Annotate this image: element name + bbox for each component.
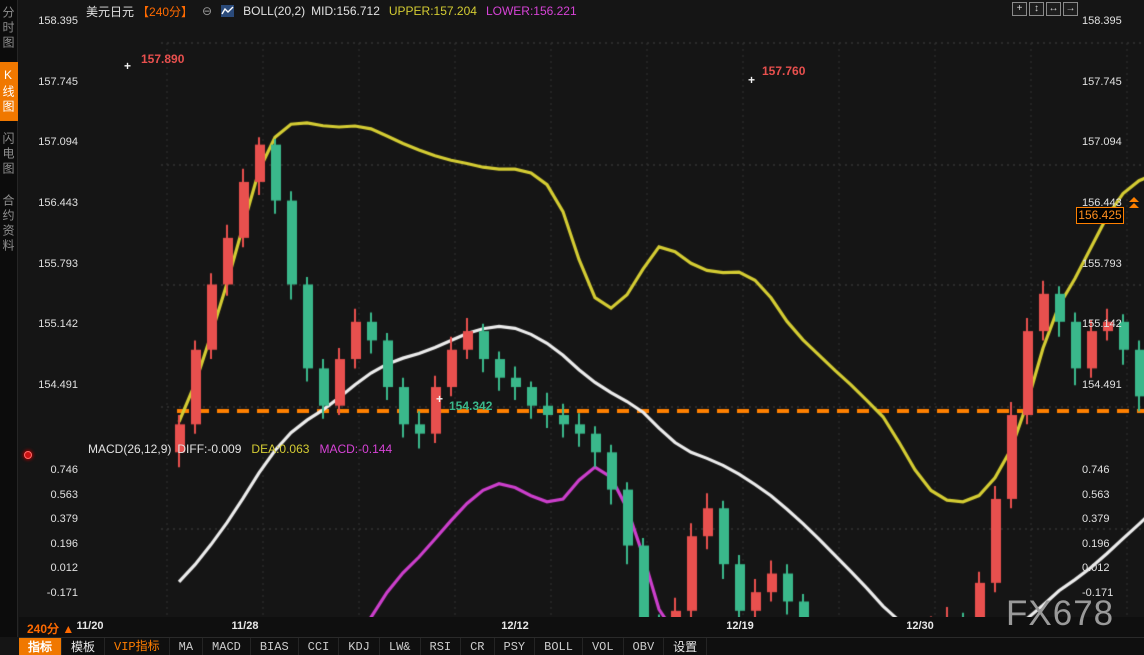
price-axis-label-right: 157.745 [1082, 75, 1142, 89]
price-axis-label-left: 155.793 [24, 257, 78, 271]
toolbar-item-CR[interactable]: CR [461, 638, 494, 655]
chart-header: 美元日元 【240分】 ⊖ BOLL(20,2) MID:156.712 UPP… [86, 3, 577, 19]
price-axis-label-left: 157.094 [24, 135, 78, 149]
low-cross-marker-icon: + [436, 392, 443, 406]
x-axis-row: 11/20 11/28 12/12 12/19 12/30 [19, 617, 1144, 637]
bottom-toolbar: 指标模板VIP指标MAMACDBIASCCIKDJLW&RSICRPSYBOLL… [19, 637, 1144, 655]
period-badge: 【240分】 [137, 3, 193, 20]
price-axis-label-left: 154.491 [24, 378, 78, 392]
period-selector-label: 240分 [27, 622, 59, 636]
macd-dea-value: DEA:0.063 [251, 442, 309, 456]
price-macd-chart-canvas[interactable] [0, 0, 1144, 655]
marked-low-label: 154.342 [449, 399, 492, 413]
scale-x-axis-icon[interactable]: ↔ [1046, 2, 1061, 16]
sidebar-item-flash-chart[interactable]: 闪电图 [0, 126, 18, 183]
live-marker-icon [24, 451, 32, 459]
toolbar-item-PSY[interactable]: PSY [495, 638, 536, 655]
line-chart-icon [221, 5, 234, 17]
macd-axis-label-left: 0.196 [24, 537, 78, 551]
price-axis-label-left: 158.395 [24, 14, 78, 28]
macd-axis-label-left: 0.012 [24, 561, 78, 575]
macd-axis-label-right: 0.563 [1082, 488, 1142, 502]
x-axis-date-label: 12/12 [501, 620, 529, 632]
macd-value: MACD:-0.144 [319, 442, 392, 456]
toolbar-item-KDJ[interactable]: KDJ [339, 638, 380, 655]
price-axis-label-right: 155.142 [1082, 317, 1142, 331]
price-axis-label-left: 156.443 [24, 196, 78, 210]
symbol-title: 美元日元 [86, 3, 134, 20]
macd-axis-label-left: -0.171 [24, 586, 78, 600]
macd-axis-label-right: -0.171 [1082, 586, 1142, 600]
macd-diff-value: DIFF:-0.009 [177, 442, 241, 456]
macd-axis-label-right: 0.196 [1082, 537, 1142, 551]
macd-axis-label-right: 0.379 [1082, 512, 1142, 526]
toolbar-item-VIP指标[interactable]: VIP指标 [105, 638, 170, 655]
boll-lower-value: LOWER:156.221 [486, 4, 577, 18]
macd-axis-label-left: 0.563 [24, 488, 78, 502]
high2-cross-marker-icon: + [748, 73, 755, 87]
price-axis-label-right: 155.793 [1082, 257, 1142, 271]
toolbar-item-设置[interactable]: 设置 [664, 638, 707, 655]
sidebar: 分时图 K线图 闪电图 合约资料 [0, 0, 18, 637]
toolbar-item-LW&[interactable]: LW& [380, 638, 421, 655]
shift-right-icon[interactable]: → [1063, 2, 1078, 16]
marked-high2-label: 157.760 [762, 64, 805, 78]
pan-icon[interactable]: + [1012, 2, 1027, 16]
sidebar-item-time-chart[interactable]: 分时图 [0, 0, 18, 57]
price-axis-label-left: 155.142 [24, 317, 78, 331]
macd-axis-label-right: 0.746 [1082, 463, 1142, 477]
toolbar-item-MACD[interactable]: MACD [203, 638, 251, 655]
toolbar-item-模板[interactable]: 模板 [62, 638, 105, 655]
collapse-indicator-icon[interactable]: ⊖ [202, 4, 212, 18]
toolbar-item-MA[interactable]: MA [170, 638, 203, 655]
scale-y-axis-icon[interactable]: ↕ [1029, 2, 1044, 16]
macd-label: MACD(26,12,9) [88, 442, 171, 456]
price-axis-label-right: 158.395 [1082, 14, 1142, 28]
x-axis-date-label: 11/28 [232, 620, 259, 632]
boll-label: BOLL(20,2) [243, 4, 305, 18]
price-axis-label-right: 157.094 [1082, 135, 1142, 149]
sidebar-item-kline-chart[interactable]: K线图 [0, 62, 18, 121]
period-selector[interactable]: 240分 ▲ [27, 620, 74, 637]
toolbar-item-OBV[interactable]: OBV [624, 638, 665, 655]
toolbar-item-BOLL[interactable]: BOLL [535, 638, 583, 655]
marked-high-label: 157.890 [141, 52, 184, 66]
boll-mid-value: MID:156.712 [311, 4, 380, 18]
macd-header: MACD(26,12,9) DIFF:-0.009 DEA:0.063 MACD… [88, 441, 392, 456]
x-axis-date-label: 12/30 [906, 620, 934, 632]
period-selector-arrow-icon: ▲ [62, 622, 74, 636]
x-axis-date-label: 11/20 [77, 620, 104, 632]
toolbar-item-指标[interactable]: 指标 [19, 638, 62, 655]
toolbar-item-BIAS[interactable]: BIAS [251, 638, 299, 655]
macd-axis-label-left: 0.379 [24, 512, 78, 526]
macd-axis-label-right: 0.012 [1082, 561, 1142, 575]
sidebar-item-contract-info[interactable]: 合约资料 [0, 188, 18, 260]
high-cross-marker-icon: + [124, 59, 131, 73]
price-axis-label-right: 156.443 [1082, 196, 1142, 210]
trading-app: 分时图 K线图 闪电图 合约资料 美元日元 【240分】 ⊖ BOLL(20,2… [0, 0, 1144, 655]
toolbar-item-RSI[interactable]: RSI [421, 638, 462, 655]
price-axis-label-right: 154.491 [1082, 378, 1142, 392]
chart-tools: + ↕ ↔ → [1012, 2, 1078, 16]
x-axis-date-label: 12/19 [726, 620, 754, 632]
price-axis-label-left: 157.745 [24, 75, 78, 89]
boll-upper-value: UPPER:157.204 [389, 4, 477, 18]
macd-axis-label-left: 0.746 [24, 463, 78, 477]
toolbar-item-VOL[interactable]: VOL [583, 638, 624, 655]
toolbar-item-CCI[interactable]: CCI [299, 638, 340, 655]
watermark: FX678 [1006, 594, 1114, 634]
